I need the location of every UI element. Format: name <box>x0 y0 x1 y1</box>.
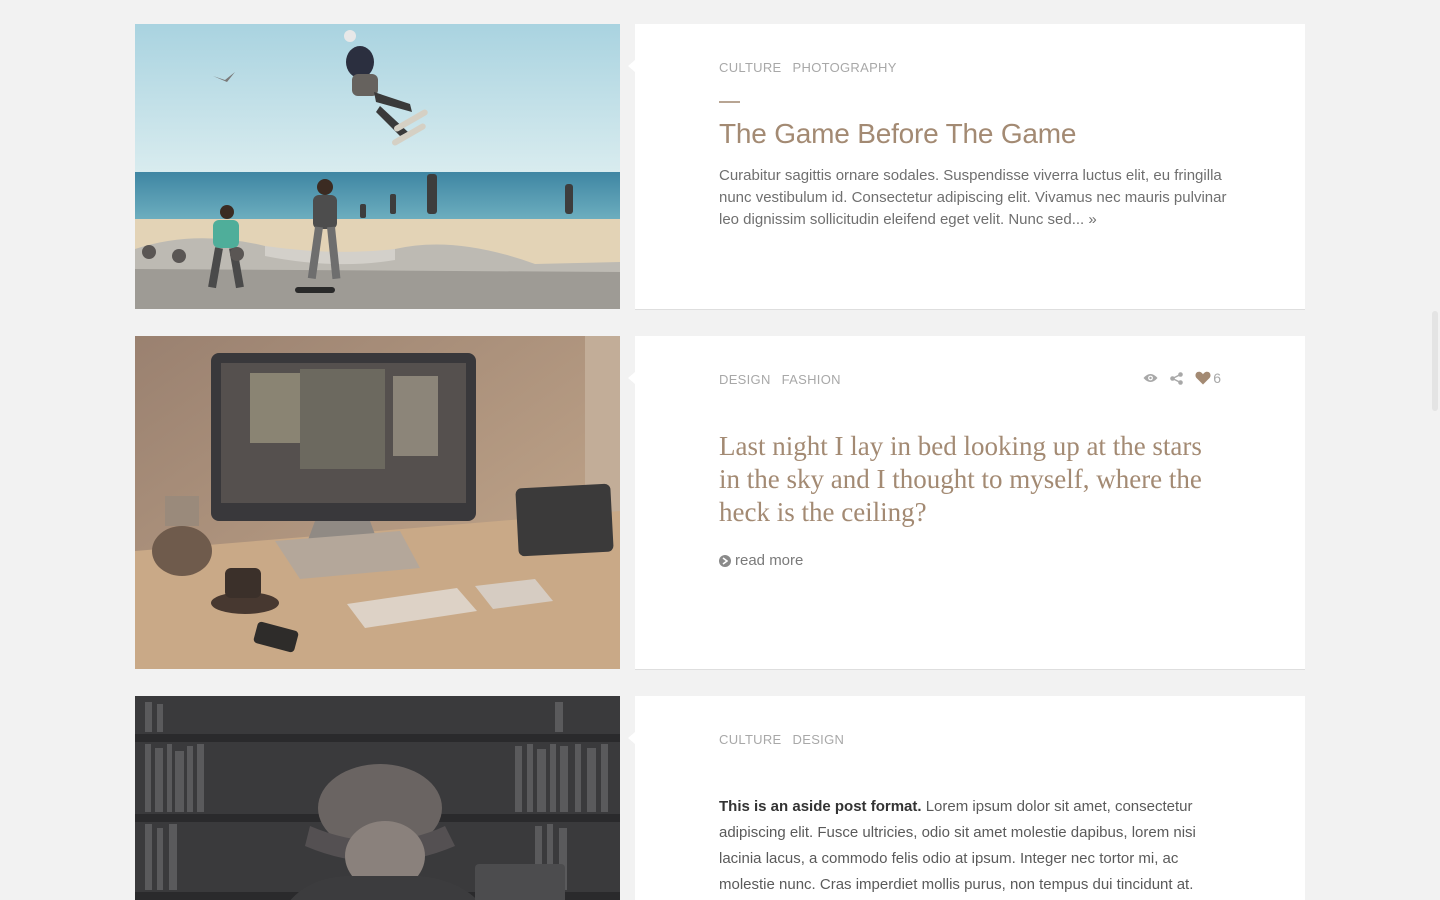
scrollbar-thumb[interactable] <box>1432 311 1438 411</box>
category-link[interactable]: DESIGN <box>793 732 845 747</box>
aside-lead: This is an aside post format. <box>719 798 922 815</box>
read-more-link[interactable]: » <box>1088 211 1096 228</box>
post-categories: CULTURE DESIGN <box>719 732 855 747</box>
post-excerpt-text: Curabitur sagittis ornare sodales. Suspe… <box>719 167 1227 228</box>
heart-icon <box>1195 371 1211 385</box>
post-card-standard: CULTURE PHOTOGRAPHY The Game Before The G… <box>135 24 1305 309</box>
category-link[interactable]: CULTURE <box>719 732 782 747</box>
desk-computer-photo <box>135 336 620 669</box>
eye-icon[interactable] <box>1143 373 1158 383</box>
post-card-quote: DESIGN FASHION 6 Last night I lay in bed … <box>135 336 1305 669</box>
post-quote: Last night I lay in bed looking up at th… <box>719 431 1202 527</box>
post-title[interactable]: The Game Before The Game <box>719 118 1077 150</box>
title-divider <box>719 101 740 103</box>
category-link[interactable]: CULTURE <box>719 60 782 75</box>
like-button[interactable]: 6 <box>1195 370 1221 386</box>
post-content: CULTURE PHOTOGRAPHY The Game Before The G… <box>628 24 1305 309</box>
skatepark-beach-photo <box>135 24 620 309</box>
post-content: DESIGN FASHION 6 Last night I lay in bed … <box>628 336 1305 669</box>
read-more-button[interactable]: read more <box>719 552 803 569</box>
library-reader-photo <box>135 696 620 900</box>
post-thumbnail[interactable] <box>135 696 620 900</box>
post-thumbnail[interactable] <box>135 24 620 309</box>
post-content: CULTURE DESIGN This is an aside post form… <box>628 696 1305 900</box>
chevron-right-circle-icon <box>719 554 731 567</box>
post-categories: CULTURE PHOTOGRAPHY <box>719 60 908 75</box>
category-link[interactable]: DESIGN <box>719 372 771 387</box>
aside-content: This is an aside post format. Lorem ipsu… <box>719 794 1229 898</box>
post-categories: DESIGN FASHION <box>719 372 852 387</box>
post-meta-actions: 6 <box>1143 370 1221 386</box>
post-excerpt: Curabitur sagittis ornare sodales. Suspe… <box>719 165 1229 231</box>
category-link[interactable]: FASHION <box>782 372 841 387</box>
post-thumbnail[interactable] <box>135 336 620 669</box>
post-card-aside: CULTURE DESIGN This is an aside post form… <box>135 696 1305 900</box>
share-icon[interactable] <box>1170 371 1184 385</box>
category-link[interactable]: PHOTOGRAPHY <box>793 60 897 75</box>
blog-feed: CULTURE PHOTOGRAPHY The Game Before The G… <box>0 0 1440 900</box>
like-count: 6 <box>1213 370 1221 386</box>
read-more-label: read more <box>735 552 804 569</box>
